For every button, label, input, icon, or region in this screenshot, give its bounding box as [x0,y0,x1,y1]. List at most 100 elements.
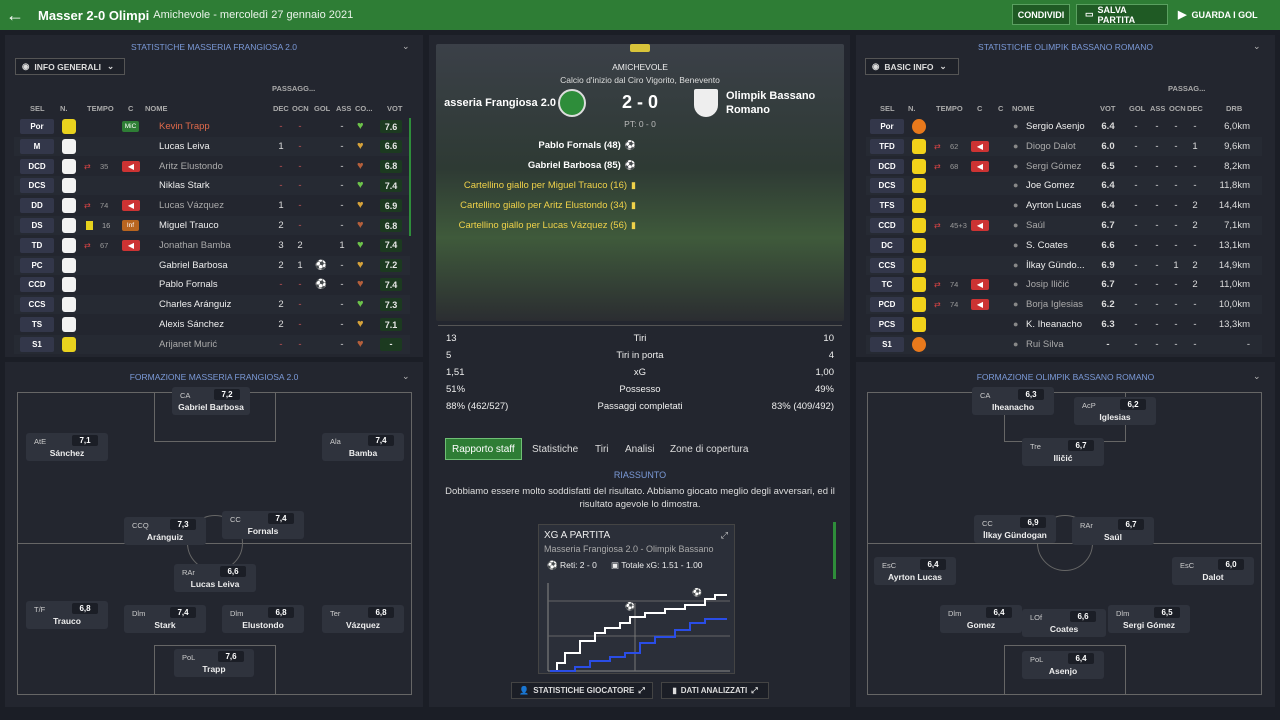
player-card[interactable]: PoL 6,4 Asenjo [1022,651,1104,679]
player-name[interactable]: Arijanet Murić [159,339,217,350]
player-name[interactable]: Alexis Sánchez [159,319,224,330]
player-card[interactable]: CA 6,3 Iheanacho [972,387,1054,415]
player-name[interactable]: Sergio Asenjo [1026,121,1085,132]
player-card[interactable]: RAr 6,6 Lucas Leiva [174,564,256,592]
share-button[interactable]: CONDIVIDI [1012,4,1070,25]
save-match-button[interactable]: ▭ SALVA PARTITA [1076,4,1168,25]
player-card[interactable]: PoL 7,6 Trapp [174,649,254,677]
player-name[interactable]: İlkay Gündo... [1026,260,1085,271]
column-header[interactable]: ASS [1150,104,1165,113]
stat-ocn: - [298,200,302,212]
player-name[interactable]: Joe Gomez [1026,180,1075,191]
column-header[interactable]: C [128,104,133,113]
column-header[interactable]: VOT [1100,104,1115,113]
player-name[interactable]: Niklas Stark [159,180,210,191]
column-header[interactable]: SEL [880,104,895,113]
player-name[interactable]: Jonathan Bamba [159,240,231,251]
expand-icon[interactable]: ⤢ [721,530,728,541]
tab-2[interactable]: Tiri [589,438,615,460]
player-rating: 7,4 [368,435,394,446]
column-header[interactable]: GOL [1129,104,1145,113]
sub-minute: 68 [950,161,959,171]
player-name[interactable]: S. Coates [1026,240,1068,251]
player-name[interactable]: Saúl [1026,220,1045,231]
rating-value: 6.7 [1101,279,1115,291]
column-header[interactable]: DEC [1187,104,1203,113]
stat-ass: - [340,279,344,291]
scrollbar[interactable] [833,522,836,579]
condition-heart-icon: ♥ [357,179,364,192]
player-card[interactable]: CA 7,2 Gabriel Barbosa [172,387,250,415]
player-card[interactable]: AtE 7,1 Sánchez [26,433,108,461]
chevron-down-icon[interactable]: ⌄ [1253,371,1261,382]
player-name[interactable]: K. Iheanacho [1026,319,1082,330]
player-name[interactable]: Borja Iglesias [1026,299,1083,310]
player-name: Gabriel Barbosa [178,402,244,412]
player-name[interactable]: Lucas Leiva [159,141,210,152]
away-info-dropdown[interactable]: ◉ BASIC INFO ⌄ [865,58,959,75]
watch-goals-button[interactable]: ▶ GUARDA I GOL [1178,4,1258,25]
column-header[interactable]: TEMPO [87,104,114,113]
player-card[interactable]: EsC 6,0 Dalot [1172,557,1254,585]
player-name[interactable]: Ayrton Lucas [1026,200,1081,211]
player-card[interactable]: CC 7,4 Fornals [222,511,304,539]
player-card[interactable]: CCQ 7,3 Aránguiz [124,517,206,545]
column-header[interactable]: C [977,104,982,113]
column-header[interactable]: CO... [355,104,373,113]
player-name[interactable]: Gabriel Barbosa [159,260,228,271]
analyzed-data-button[interactable]: ▮ DATI ANALIZZATI ⤢ [661,682,769,699]
player-name[interactable]: Miguel Trauco [159,220,219,231]
player-name[interactable]: Pablo Fornals [159,279,218,290]
scrollbar[interactable] [409,118,411,236]
player-name[interactable]: Josip Iličić [1026,279,1069,290]
player-card[interactable]: Ala 7,4 Bamba [322,433,404,461]
tab-4[interactable]: Zone di copertura [664,438,754,460]
home-info-dropdown[interactable]: ◉ INFO GENERALI ⌄ [15,58,125,75]
column-header[interactable]: DEC [273,104,289,113]
player-name[interactable]: Rui Silva [1026,339,1064,350]
player-name[interactable]: Kevin Trapp [159,121,210,132]
column-header[interactable]: OCN [1169,104,1186,113]
column-header[interactable]: VOT [387,104,402,113]
column-header[interactable]: TEMPO [936,104,963,113]
stat-row: 1,51 xG 1,00 [438,365,842,381]
column-header[interactable]: ASS [336,104,351,113]
stat-ass: - [340,299,344,311]
player-name[interactable]: Aritz Elustondo [159,161,223,172]
player-name[interactable]: Diogo Dalot [1026,141,1076,152]
player-name[interactable]: Lucas Vázquez [159,200,224,211]
player-card[interactable]: Dlm 7,4 Stark [124,605,206,633]
chevron-down-icon[interactable]: ⌄ [402,41,410,52]
column-header[interactable]: NOME [145,104,168,113]
tab-0[interactable]: Rapporto staff [445,438,522,460]
chevron-down-icon[interactable]: ⌄ [1253,41,1261,52]
player-card[interactable]: Dlm 6,8 Elustondo [222,605,304,633]
player-card[interactable]: Tre 6,7 Iličić [1022,438,1104,466]
player-card[interactable]: RAr 6,7 Saúl [1072,517,1154,545]
player-stats-button[interactable]: 👤 STATISTICHE GIOCATORE ⤢ [511,682,653,699]
column-header[interactable]: DRB [1226,104,1242,113]
player-card[interactable]: EsC 6,4 Ayrton Lucas [874,557,956,585]
player-card[interactable]: Ter 6,8 Vázquez [322,605,404,633]
player-name[interactable]: Charles Aránguiz [159,299,231,310]
column-header[interactable]: N. [908,104,916,113]
player-card[interactable]: Dlm 6,4 Gomez [940,605,1022,633]
player-name[interactable]: Sergi Gómez [1026,161,1081,172]
tab-1[interactable]: Statistiche [526,438,584,460]
column-header[interactable]: N. [60,104,68,113]
column-header[interactable]: OCN [292,104,309,113]
position-badge: CCS [20,297,54,313]
column-header[interactable]: C [998,104,1003,113]
column-header[interactable]: GOL [314,104,330,113]
player-card[interactable]: CC 6,9 İlkay Gündogan [974,515,1056,543]
column-header[interactable]: SEL [30,104,45,113]
chevron-down-icon[interactable]: ⌄ [402,371,410,382]
player-card[interactable]: T/F 6,8 Trauco [26,601,108,629]
tab-3[interactable]: Analisi [619,438,660,460]
player-card[interactable]: LOf 6,6 Coates [1022,609,1106,637]
distance-run: 11,0km [1219,279,1250,291]
column-header[interactable]: NOME [1012,104,1035,113]
back-arrow-icon[interactable]: ← [0,0,30,30]
player-card[interactable]: AcP 6,2 Iglesias [1074,397,1156,425]
player-card[interactable]: Dlm 6,5 Sergi Gómez [1108,605,1190,633]
